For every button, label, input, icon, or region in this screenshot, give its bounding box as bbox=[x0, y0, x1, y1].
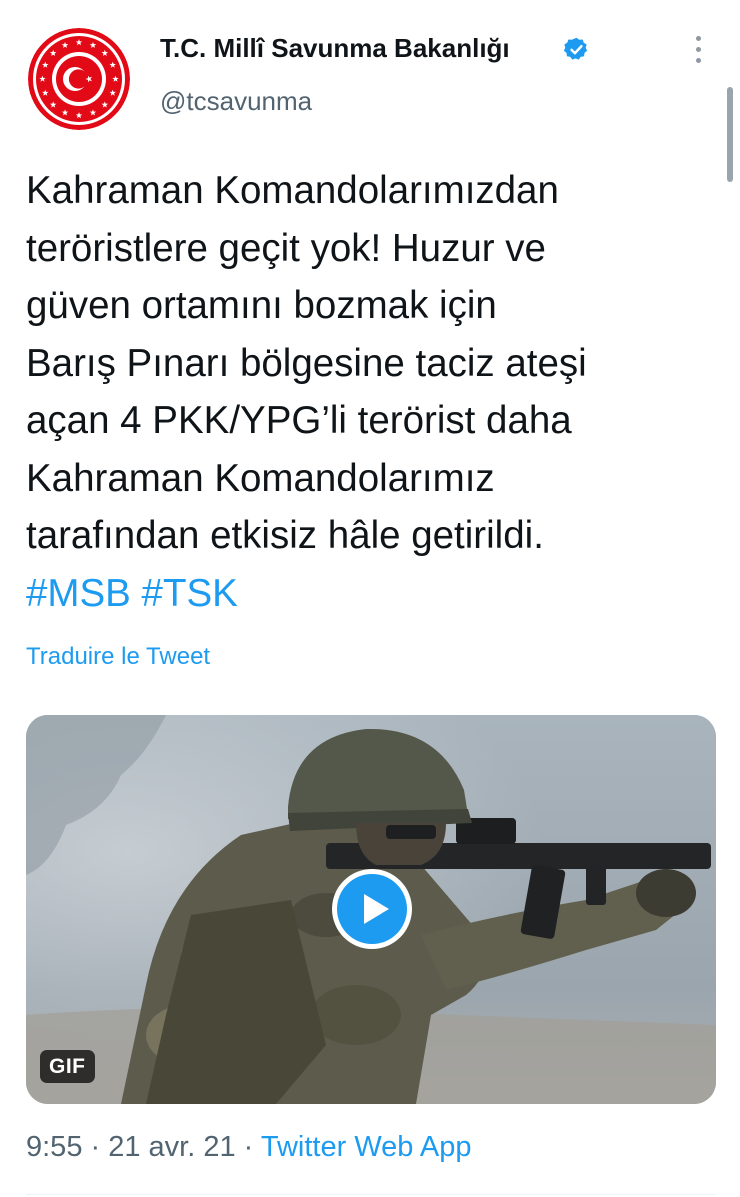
tweet-media[interactable]: GIF bbox=[26, 715, 716, 1104]
tweet-text: Kahraman Komandolarımızdan teröristlere … bbox=[26, 162, 716, 622]
tweet-time[interactable]: 9:55 bbox=[26, 1131, 82, 1163]
verified-badge-icon bbox=[563, 36, 590, 63]
tweet-source[interactable]: Twitter Web App bbox=[261, 1131, 472, 1163]
hashtag-line: #MSB #TSK bbox=[26, 565, 716, 623]
tweet-line: Kahraman Komandolarımız bbox=[26, 456, 495, 500]
tweet-line: güven ortamını bozmak için bbox=[26, 284, 497, 327]
hashtag-msb[interactable]: #MSB bbox=[26, 572, 131, 615]
hashtag-tsk[interactable]: #TSK bbox=[142, 572, 238, 615]
more-options-icon[interactable] bbox=[686, 36, 710, 70]
tweet-line: tarafından etkisiz hâle getirildi. bbox=[26, 514, 544, 557]
tweet-line: açan 4 PKK/YPG’li terörist daha bbox=[26, 399, 572, 442]
tweet-line: Kahraman Komandolarımızdan bbox=[26, 169, 559, 212]
author-name[interactable]: T.C. Millî Savunma Bakanlığı bbox=[160, 33, 510, 64]
tweet-date[interactable]: 21 avr. 21 bbox=[108, 1131, 235, 1163]
scrollbar[interactable] bbox=[727, 87, 733, 182]
ministry-emblem-icon bbox=[28, 28, 130, 130]
author-handle[interactable]: @tcsavunma bbox=[160, 86, 312, 117]
translate-tweet-link[interactable]: Traduire le Tweet bbox=[26, 643, 210, 671]
meta-separator: · bbox=[82, 1131, 109, 1163]
tweet-line: teröristlere geçit yok! Huzur ve bbox=[26, 226, 546, 270]
meta-separator: · bbox=[235, 1131, 261, 1163]
gif-badge: GIF bbox=[40, 1050, 95, 1083]
tweet-line: Barış Pınarı bölgesine taciz ateşi bbox=[26, 341, 587, 385]
divider bbox=[26, 1194, 716, 1195]
play-button[interactable] bbox=[332, 869, 412, 949]
play-icon bbox=[337, 874, 407, 944]
tweet-meta: 9:55 · 21 avr. 21 · Twitter Web App bbox=[26, 1131, 471, 1164]
avatar[interactable] bbox=[28, 28, 130, 130]
